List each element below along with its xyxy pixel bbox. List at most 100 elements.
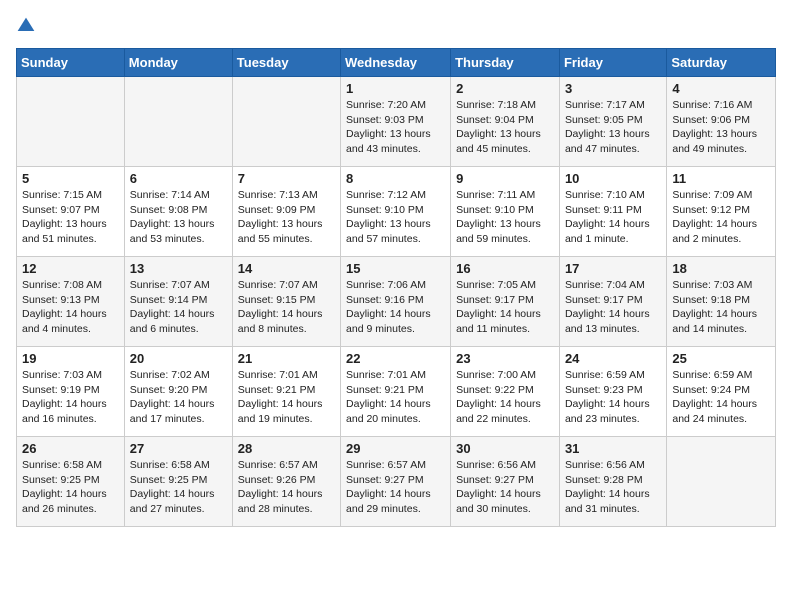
- day-number: 3: [565, 81, 661, 96]
- logo: [16, 16, 40, 36]
- day-number: 4: [672, 81, 770, 96]
- day-number: 11: [672, 171, 770, 186]
- calendar-cell: 31 Sunrise: 6:56 AMSunset: 9:28 PMDayligh…: [559, 437, 666, 527]
- calendar-cell: 17 Sunrise: 7:04 AMSunset: 9:17 PMDayligh…: [559, 257, 666, 347]
- day-number: 12: [22, 261, 119, 276]
- cell-content: Sunrise: 7:01 AMSunset: 9:21 PMDaylight:…: [238, 368, 335, 427]
- day-number: 30: [456, 441, 554, 456]
- weekday-header-row: SundayMondayTuesdayWednesdayThursdayFrid…: [17, 49, 776, 77]
- day-number: 27: [130, 441, 227, 456]
- calendar-week-row: 5 Sunrise: 7:15 AMSunset: 9:07 PMDaylight…: [17, 167, 776, 257]
- day-number: 31: [565, 441, 661, 456]
- generalblue-logo-icon: [16, 16, 36, 36]
- cell-content: Sunrise: 6:56 AMSunset: 9:28 PMDaylight:…: [565, 458, 661, 517]
- cell-content: Sunrise: 7:06 AMSunset: 9:16 PMDaylight:…: [346, 278, 445, 337]
- day-number: 21: [238, 351, 335, 366]
- calendar-cell: 8 Sunrise: 7:12 AMSunset: 9:10 PMDaylight…: [341, 167, 451, 257]
- calendar-cell: [124, 77, 232, 167]
- calendar-cell: 28Sunrise: 6:57 AMSunset: 9:26 PMDayligh…: [232, 437, 340, 527]
- calendar-cell: 2Sunrise: 7:18 AMSunset: 9:04 PMDaylight…: [451, 77, 560, 167]
- weekday-header-friday: Friday: [559, 49, 666, 77]
- cell-content: Sunrise: 7:02 AMSunset: 9:20 PMDaylight:…: [130, 368, 227, 427]
- cell-content: Sunrise: 7:10 AMSunset: 9:11 PMDaylight:…: [565, 188, 661, 247]
- cell-content: Sunrise: 7:00 AMSunset: 9:22 PMDaylight:…: [456, 368, 554, 427]
- calendar-cell: 15 Sunrise: 7:06 AMSunset: 9:16 PMDayligh…: [341, 257, 451, 347]
- cell-content: Sunrise: 7:15 AMSunset: 9:07 PMDaylight:…: [22, 188, 119, 247]
- day-number: 7: [238, 171, 335, 186]
- day-number: 22: [346, 351, 445, 366]
- calendar-cell: 7 Sunrise: 7:13 AMSunset: 9:09 PMDaylight…: [232, 167, 340, 257]
- calendar-cell: 29 Sunrise: 6:57 AMSunset: 9:27 PMDayligh…: [341, 437, 451, 527]
- calendar-cell: 14 Sunrise: 7:07 AMSunset: 9:15 PMDayligh…: [232, 257, 340, 347]
- cell-content: Sunrise: 7:13 AMSunset: 9:09 PMDaylight:…: [238, 188, 335, 247]
- calendar-week-row: 19Sunrise: 7:03 AMSunset: 9:19 PMDayligh…: [17, 347, 776, 437]
- cell-content: Sunrise: 7:01 AMSunset: 9:21 PMDaylight:…: [346, 368, 445, 427]
- day-number: 24: [565, 351, 661, 366]
- calendar-cell: 20Sunrise: 7:02 AMSunset: 9:20 PMDayligh…: [124, 347, 232, 437]
- page-header: [16, 16, 776, 36]
- cell-content: Sunrise: 7:07 AMSunset: 9:14 PMDaylight:…: [130, 278, 227, 337]
- weekday-header-saturday: Saturday: [667, 49, 776, 77]
- day-number: 13: [130, 261, 227, 276]
- day-number: 29: [346, 441, 445, 456]
- calendar-cell: 22 Sunrise: 7:01 AMSunset: 9:21 PMDayligh…: [341, 347, 451, 437]
- calendar-cell: 3Sunrise: 7:17 AMSunset: 9:05 PMDaylight…: [559, 77, 666, 167]
- day-number: 6: [130, 171, 227, 186]
- day-number: 18: [672, 261, 770, 276]
- calendar-week-row: 1 Sunrise: 7:20 AMSunset: 9:03 PMDaylight…: [17, 77, 776, 167]
- calendar-cell: 27 Sunrise: 6:58 AMSunset: 9:25 PMDayligh…: [124, 437, 232, 527]
- weekday-header-sunday: Sunday: [17, 49, 125, 77]
- cell-content: Sunrise: 7:11 AMSunset: 9:10 PMDaylight:…: [456, 188, 554, 247]
- cell-content: Sunrise: 7:03 AMSunset: 9:18 PMDaylight:…: [672, 278, 770, 337]
- calendar-cell: 23 Sunrise: 7:00 AMSunset: 9:22 PMDayligh…: [451, 347, 560, 437]
- weekday-header-thursday: Thursday: [451, 49, 560, 77]
- cell-content: Sunrise: 7:05 AMSunset: 9:17 PMDaylight:…: [456, 278, 554, 337]
- calendar-cell: 4 Sunrise: 7:16 AMSunset: 9:06 PMDaylight…: [667, 77, 776, 167]
- weekday-header-wednesday: Wednesday: [341, 49, 451, 77]
- calendar-cell: [232, 77, 340, 167]
- day-number: 10: [565, 171, 661, 186]
- cell-content: Sunrise: 6:57 AMSunset: 9:27 PMDaylight:…: [346, 458, 445, 517]
- cell-content: Sunrise: 7:09 AMSunset: 9:12 PMDaylight:…: [672, 188, 770, 247]
- calendar-cell: 6Sunrise: 7:14 AMSunset: 9:08 PMDaylight…: [124, 167, 232, 257]
- cell-content: Sunrise: 7:04 AMSunset: 9:17 PMDaylight:…: [565, 278, 661, 337]
- day-number: 14: [238, 261, 335, 276]
- day-number: 9: [456, 171, 554, 186]
- calendar-cell: 18 Sunrise: 7:03 AMSunset: 9:18 PMDayligh…: [667, 257, 776, 347]
- weekday-header-monday: Monday: [124, 49, 232, 77]
- cell-content: Sunrise: 7:20 AMSunset: 9:03 PMDaylight:…: [346, 98, 445, 157]
- day-number: 28: [238, 441, 335, 456]
- calendar-table: SundayMondayTuesdayWednesdayThursdayFrid…: [16, 48, 776, 527]
- calendar-cell: [17, 77, 125, 167]
- cell-content: Sunrise: 7:07 AMSunset: 9:15 PMDaylight:…: [238, 278, 335, 337]
- cell-content: Sunrise: 7:08 AMSunset: 9:13 PMDaylight:…: [22, 278, 119, 337]
- day-number: 1: [346, 81, 445, 96]
- cell-content: Sunrise: 6:58 AMSunset: 9:25 PMDaylight:…: [130, 458, 227, 517]
- day-number: 17: [565, 261, 661, 276]
- cell-content: Sunrise: 7:16 AMSunset: 9:06 PMDaylight:…: [672, 98, 770, 157]
- calendar-cell: [667, 437, 776, 527]
- calendar-cell: 13 Sunrise: 7:07 AMSunset: 9:14 PMDayligh…: [124, 257, 232, 347]
- calendar-week-row: 12 Sunrise: 7:08 AMSunset: 9:13 PMDayligh…: [17, 257, 776, 347]
- day-number: 5: [22, 171, 119, 186]
- day-number: 23: [456, 351, 554, 366]
- calendar-cell: 19Sunrise: 7:03 AMSunset: 9:19 PMDayligh…: [17, 347, 125, 437]
- day-number: 26: [22, 441, 119, 456]
- calendar-cell: 24 Sunrise: 6:59 AMSunset: 9:23 PMDayligh…: [559, 347, 666, 437]
- cell-content: Sunrise: 7:12 AMSunset: 9:10 PMDaylight:…: [346, 188, 445, 247]
- calendar-cell: 11 Sunrise: 7:09 AMSunset: 9:12 PMDayligh…: [667, 167, 776, 257]
- calendar-week-row: 26 Sunrise: 6:58 AMSunset: 9:25 PMDayligh…: [17, 437, 776, 527]
- cell-content: Sunrise: 6:59 AMSunset: 9:24 PMDaylight:…: [672, 368, 770, 427]
- calendar-cell: 16Sunrise: 7:05 AMSunset: 9:17 PMDayligh…: [451, 257, 560, 347]
- cell-content: Sunrise: 6:59 AMSunset: 9:23 PMDaylight:…: [565, 368, 661, 427]
- calendar-cell: 1 Sunrise: 7:20 AMSunset: 9:03 PMDaylight…: [341, 77, 451, 167]
- day-number: 8: [346, 171, 445, 186]
- day-number: 25: [672, 351, 770, 366]
- cell-content: Sunrise: 7:18 AMSunset: 9:04 PMDaylight:…: [456, 98, 554, 157]
- day-number: 15: [346, 261, 445, 276]
- calendar-cell: 21 Sunrise: 7:01 AMSunset: 9:21 PMDayligh…: [232, 347, 340, 437]
- cell-content: Sunrise: 7:03 AMSunset: 9:19 PMDaylight:…: [22, 368, 119, 427]
- cell-content: Sunrise: 6:56 AMSunset: 9:27 PMDaylight:…: [456, 458, 554, 517]
- calendar-cell: 10 Sunrise: 7:10 AMSunset: 9:11 PMDayligh…: [559, 167, 666, 257]
- calendar-cell: 12 Sunrise: 7:08 AMSunset: 9:13 PMDayligh…: [17, 257, 125, 347]
